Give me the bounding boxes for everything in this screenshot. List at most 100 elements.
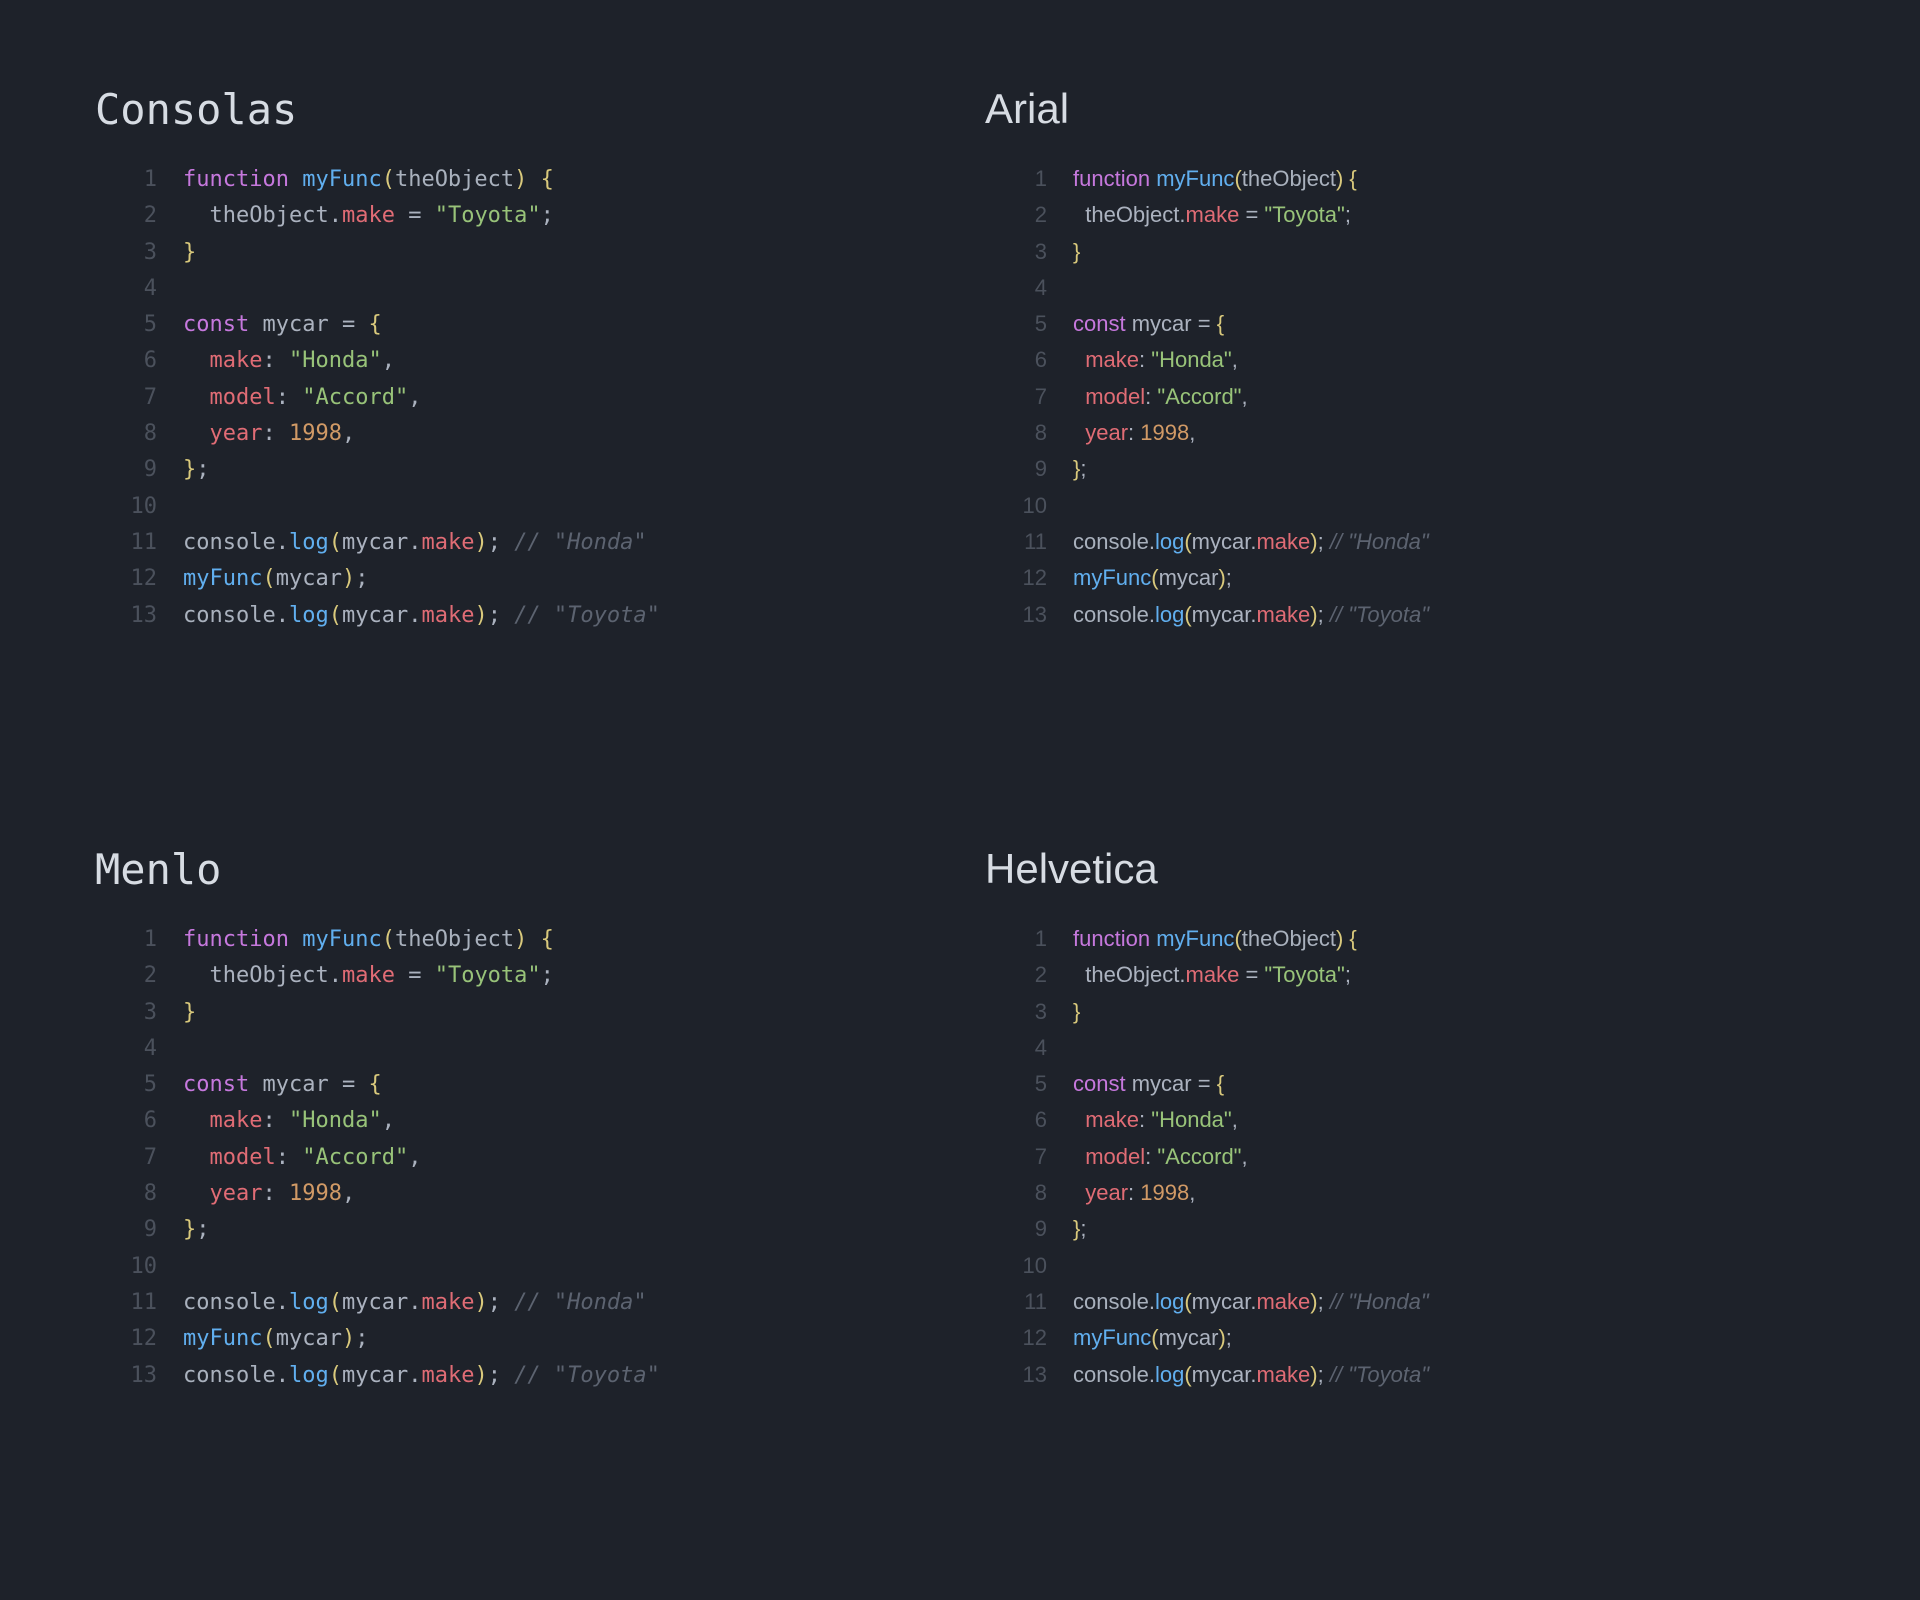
- code-token: myFunc: [183, 1326, 262, 1351]
- code-token: ;: [488, 603, 501, 628]
- code-token: // "Honda": [1330, 529, 1429, 554]
- code-line: function myFunc(theObject) {: [183, 922, 660, 958]
- line-number: 10: [125, 489, 157, 525]
- code-token: const: [1073, 311, 1126, 336]
- line-number: 4: [1015, 1030, 1047, 1066]
- code-token: console: [183, 603, 276, 628]
- code-line: const mycar = {: [1073, 306, 1429, 342]
- code-token: .: [276, 530, 289, 555]
- line-number: 6: [1015, 342, 1047, 378]
- code-token: myFunc: [1073, 565, 1151, 590]
- code-token: (: [262, 1326, 275, 1351]
- code-token: log: [289, 1363, 329, 1388]
- code-token: .: [408, 1290, 421, 1315]
- code-line: myFunc(mycar);: [183, 1321, 660, 1357]
- code-token: [1073, 1180, 1085, 1205]
- code-token: [289, 167, 302, 192]
- code-token: :: [262, 421, 275, 446]
- line-number: 8: [125, 1176, 157, 1212]
- line-number: 10: [125, 1249, 157, 1285]
- code-token: }: [1073, 239, 1080, 264]
- code-line: };: [1073, 1211, 1429, 1247]
- code-token: ;: [541, 963, 554, 988]
- code-line: const mycar = {: [183, 307, 660, 343]
- line-number: 6: [1015, 1102, 1047, 1138]
- code-token: make: [1186, 202, 1240, 227]
- line-number: 1: [125, 162, 157, 198]
- code-token: make: [1085, 347, 1139, 372]
- code-token: ;: [355, 566, 368, 591]
- line-number: 5: [1015, 306, 1047, 342]
- code-token: function: [183, 927, 289, 952]
- code-token: model: [1085, 1144, 1145, 1169]
- code-line: myFunc(mycar);: [1073, 1320, 1429, 1356]
- code-line: }: [183, 235, 660, 271]
- code-token: myFunc: [1156, 926, 1234, 951]
- code-token: (: [1151, 565, 1158, 590]
- code-token: ): [1218, 565, 1225, 590]
- code-token: 1998: [1140, 1180, 1189, 1205]
- code-token: :: [262, 1181, 275, 1206]
- code-token: (: [262, 566, 275, 591]
- line-number: 11: [125, 525, 157, 561]
- code-token: make: [1186, 962, 1240, 987]
- line-number: 3: [1015, 234, 1047, 270]
- code-token: [276, 1108, 289, 1133]
- code-line: [1073, 270, 1429, 306]
- code-token: =: [1192, 311, 1217, 336]
- code-line: console.log(mycar.make); // "Toyota": [183, 598, 660, 634]
- code-token: make: [210, 1108, 263, 1133]
- code-token: =: [1192, 1071, 1217, 1096]
- code-token: ;: [488, 1290, 501, 1315]
- code-token: theObject: [210, 963, 329, 988]
- code-block: 12345678910111213 function myFunc(theObj…: [985, 161, 1825, 633]
- code-line: console.log(mycar.make); // "Honda": [183, 525, 660, 561]
- code-line: theObject.make = "Toyota";: [183, 198, 660, 234]
- code-token: [183, 421, 210, 446]
- code-token: [501, 1363, 514, 1388]
- line-number: 8: [125, 416, 157, 452]
- code-token: {: [368, 1072, 381, 1097]
- code-token: ,: [382, 1108, 395, 1133]
- line-number: 4: [125, 1031, 157, 1067]
- code-token: make: [1085, 1107, 1139, 1132]
- line-number: 8: [1015, 1175, 1047, 1211]
- code-token: "Honda": [289, 348, 382, 373]
- code-token: [183, 348, 210, 373]
- line-number: 2: [1015, 957, 1047, 993]
- code-token: log: [1155, 1362, 1184, 1387]
- line-number: 13: [125, 598, 157, 634]
- code-token: mycar: [1192, 529, 1251, 554]
- line-number: 5: [125, 1067, 157, 1103]
- code-token: model: [1085, 384, 1145, 409]
- code-line: make: "Honda",: [183, 1103, 660, 1139]
- line-number: 4: [125, 271, 157, 307]
- code-token: ,: [382, 348, 395, 373]
- line-number: 12: [125, 1321, 157, 1357]
- code-token: :: [276, 1145, 289, 1170]
- code-token: const: [183, 312, 249, 337]
- code-token: :: [276, 385, 289, 410]
- code-token: [183, 385, 210, 410]
- code-token: ;: [1226, 565, 1232, 590]
- code-line: console.log(mycar.make); // "Honda": [1073, 524, 1429, 560]
- code-token: {: [1349, 166, 1356, 191]
- code-token: [527, 927, 540, 952]
- code-token: mycar: [342, 530, 408, 555]
- line-number: 10: [1015, 1248, 1047, 1284]
- code-token: "Toyota": [435, 203, 541, 228]
- code-token: =: [1239, 202, 1264, 227]
- code-token: "Accord": [1157, 1144, 1241, 1169]
- code-token: (: [1151, 1325, 1158, 1350]
- code-line: model: "Accord",: [183, 380, 660, 416]
- line-number: 12: [1015, 560, 1047, 596]
- code-token: make: [421, 530, 474, 555]
- code-line: console.log(mycar.make); // "Toyota": [183, 1358, 660, 1394]
- code-token: ): [1310, 1362, 1317, 1387]
- code-token: ): [1218, 1325, 1225, 1350]
- code-token: make: [1256, 602, 1310, 627]
- code-token: log: [289, 530, 329, 555]
- code-token: {: [1217, 1071, 1224, 1096]
- code-token: =: [395, 963, 435, 988]
- code-token: function: [183, 167, 289, 192]
